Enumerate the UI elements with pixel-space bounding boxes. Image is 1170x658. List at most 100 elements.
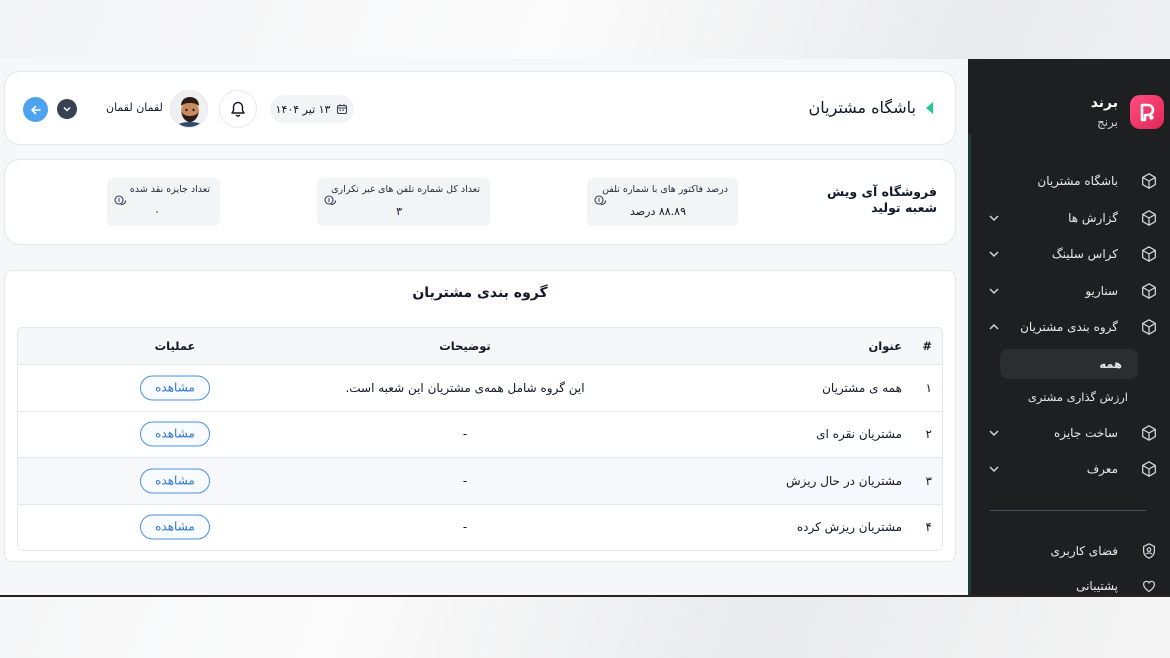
sidebar-separator: [990, 510, 1146, 511]
row-title: همه ی مشتریان: [822, 380, 902, 395]
brand-logo-icon: [1130, 95, 1164, 129]
back-button[interactable]: [23, 97, 48, 122]
row-title: مشتریان نقره ای: [816, 427, 902, 442]
chevron-down-icon[interactable]: [988, 248, 1000, 260]
section-title: گروه بندی مشتریان: [412, 285, 548, 301]
row-num: ۴: [925, 520, 932, 535]
stat-label: درصد فاکتور های با شماره تلفن: [602, 184, 728, 195]
table-row: ۱ همه ی مشتریان این گروه شامل همه‌ی مشتر…: [18, 364, 942, 411]
sidebar-item-label: باشگاه مشتریان: [1037, 174, 1118, 189]
row-ops: مشاهده: [140, 375, 210, 401]
stats-panel: فروشگاه آی ویش شعبه تولید درصد فاکتور ها…: [4, 159, 956, 245]
user-menu-button[interactable]: [57, 99, 77, 119]
calendar-icon: [337, 104, 348, 115]
brand-subtitle: برنج: [1096, 115, 1118, 129]
row-desc: -: [462, 520, 468, 535]
sidebar-item-label: معرف: [1086, 462, 1118, 477]
coins-icon: [114, 195, 127, 206]
row-num: ۲: [925, 427, 932, 442]
date-display[interactable]: ۱۳ تیر ۱۴۰۴: [270, 95, 354, 123]
cube-icon: [1142, 282, 1156, 299]
row-ops: مشاهده: [140, 468, 210, 494]
sidebar-item-label: فضای کاربری: [1050, 543, 1118, 558]
sidebar-item-reports[interactable]: گزارش ها: [968, 200, 1170, 237]
chevron-down-icon[interactable]: [988, 463, 1000, 475]
table-row: ۴ مشتریان ریزش کرده - مشاهده: [18, 503, 942, 551]
sidebar-subitem-all[interactable]: همه: [1000, 348, 1138, 379]
sidebar-item-label: گزارش ها: [1068, 210, 1118, 225]
user-name: لقمان لقمان: [106, 101, 163, 114]
sidebar-item-label: گروه بندی مشتریان: [1020, 320, 1118, 335]
sidebar-item-scenario[interactable]: سناریو: [968, 273, 1170, 310]
chevron-up-icon[interactable]: [988, 321, 1000, 333]
column-header-ops: عملیات: [154, 339, 196, 353]
sidebar: برند برنج باشگاه مشتریان گزارش ها کراس س…: [968, 59, 1170, 595]
row-title: مشتریان ریزش کرده: [796, 520, 902, 535]
user-avatar-icon: [171, 91, 207, 127]
view-button[interactable]: مشاهده: [140, 514, 210, 540]
coins-icon: [594, 195, 607, 206]
stat-value: ۳: [396, 205, 402, 218]
cube-icon: [1142, 246, 1156, 262]
brand-name: برند: [1090, 95, 1118, 111]
cube-icon: [1142, 461, 1156, 477]
view-button[interactable]: مشاهده: [140, 421, 210, 447]
notifications-button[interactable]: [219, 90, 257, 128]
stat-value: ۰: [154, 205, 160, 218]
column-header-title: عنوان: [868, 339, 902, 353]
page-title: باشگاه مشتریان: [808, 98, 917, 117]
support-heart-icon: [1142, 580, 1156, 593]
customer-groups-panel: گروه بندی مشتریان # عنوان توضیحات عملیات…: [4, 270, 956, 562]
view-button[interactable]: مشاهده: [140, 375, 210, 401]
caret-left-icon: [926, 101, 933, 114]
bell-icon: [231, 101, 245, 117]
customer-groups-table: # عنوان توضیحات عملیات ۱ همه ی مشتریان ا…: [17, 327, 943, 551]
page-title-wrap: باشگاه مشتریان: [808, 98, 933, 117]
stat-cashed-rewards: تعداد جایزه نقد شده ۰: [107, 178, 220, 226]
table-row: ۲ مشتریان نقره ای - مشاهده: [18, 410, 942, 458]
row-desc: این گروه شامل همه‌ی مشتریان این شعبه است…: [345, 380, 585, 395]
sidebar-item-customer-grouping[interactable]: گروه بندی مشتریان: [968, 309, 1170, 346]
stat-value: ۸۸.۸۹ درصد: [630, 205, 686, 218]
chevron-down-icon[interactable]: [988, 427, 1000, 439]
stat-invoice-phone-percent: درصد فاکتور های با شماره تلفن ۸۸.۸۹ درصد: [587, 178, 738, 226]
header-bar: باشگاه مشتریان ۱۳ تیر ۱۴۰۴ لقمان لقمان: [4, 71, 956, 145]
chevron-down-icon: [63, 106, 71, 112]
column-header-desc: توضیحات: [439, 339, 491, 353]
sidebar-item-label: ساخت جایزه: [1053, 425, 1118, 440]
sidebar-item-create-reward[interactable]: ساخت جایزه: [968, 415, 1170, 452]
chevron-down-icon[interactable]: [988, 212, 1000, 224]
sidebar-item-referrer[interactable]: معرف: [968, 451, 1170, 488]
column-header-num: #: [922, 339, 932, 353]
sidebar-item-label: کراس سلینگ: [1051, 247, 1118, 262]
sidebar-item-cross-selling[interactable]: کراس سلینگ: [968, 236, 1170, 273]
row-ops: مشاهده: [140, 421, 210, 447]
sidebar-item-support[interactable]: پشتیبانی: [968, 568, 1170, 603]
chevron-down-icon[interactable]: [988, 285, 1000, 297]
date-text: ۱۳ تیر ۱۴۰۴: [275, 102, 331, 116]
avatar[interactable]: [170, 90, 208, 128]
stat-label: تعداد جایزه نقد شده: [129, 184, 210, 195]
store-title: فروشگاه آی ویش شعبه تولید: [827, 184, 937, 215]
brand[interactable]: برند برنج: [1091, 95, 1164, 129]
cube-icon: [1142, 209, 1156, 226]
view-button[interactable]: مشاهده: [140, 468, 210, 494]
row-num: ۳: [925, 473, 932, 488]
sidebar-item-label: سناریو: [1085, 283, 1118, 298]
app-frame: برند برنج باشگاه مشتریان گزارش ها کراس س…: [0, 59, 1170, 597]
cube-icon: [1142, 319, 1156, 335]
row-desc: -: [462, 427, 468, 442]
sidebar-item-user-space[interactable]: فضای کاربری: [968, 533, 1170, 568]
stat-unique-phones: تعداد کل شماره تلفن های غیر تکراری ۳: [317, 178, 490, 226]
row-ops: مشاهده: [140, 514, 210, 540]
row-num: ۱: [925, 380, 932, 395]
stat-label: تعداد کل شماره تلفن های غیر تکراری: [331, 184, 480, 195]
table-header-row: # عنوان توضیحات عملیات: [18, 328, 942, 364]
sidebar-bottom-nav: فضای کاربری پشتیبانی: [968, 533, 1170, 603]
sidebar-subitem-customer-valuation[interactable]: ارزش گذاری مشتری: [1000, 382, 1138, 412]
table-row: ۳ مشتریان در حال ریزش - مشاهده: [18, 457, 942, 504]
coins-icon: [324, 195, 337, 206]
sidebar-item-customer-club[interactable]: باشگاه مشتریان: [968, 163, 1170, 200]
user-badge-icon: [1142, 543, 1156, 559]
row-desc: -: [462, 473, 468, 488]
